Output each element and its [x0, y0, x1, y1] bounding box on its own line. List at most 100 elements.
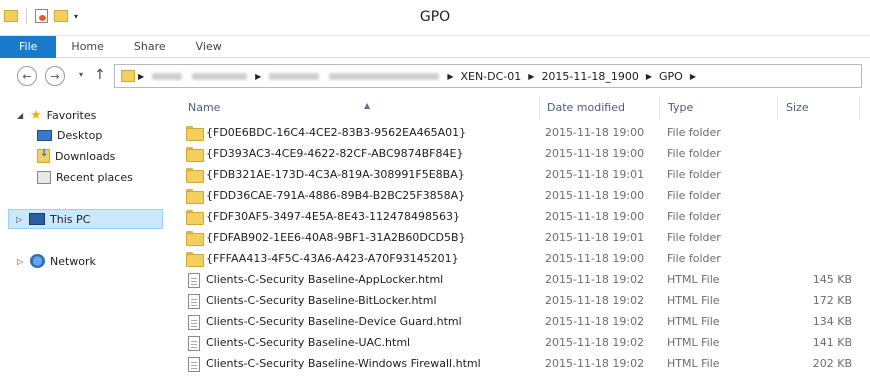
file-size [780, 165, 852, 185]
file-list: ▲ Name Date modified Type Size {FD0E6BDC… [172, 94, 870, 378]
sidebar-item-this-pc[interactable]: ▷ This PC [8, 209, 163, 229]
file-type: File folder [667, 147, 721, 160]
file-name: {FD0E6BDC-16C4-4CE2-83B3-9562EA465A01} [206, 126, 467, 139]
file-size [780, 228, 852, 248]
html-file-icon [186, 357, 202, 372]
redacted-path-segment [192, 72, 248, 80]
tab-file[interactable]: File [0, 36, 57, 58]
file-name: {FD393AC3-4CE9-4622-82CF-ABC9874BF84E} [206, 147, 464, 160]
file-row[interactable]: Clients-C-Security Baseline-BitLocker.ht… [180, 291, 860, 311]
breadcrumb-server[interactable]: XEN-DC-01 [460, 70, 521, 83]
file-type: HTML File [667, 294, 720, 307]
folder-row[interactable]: {FD0E6BDC-16C4-4CE2-83B3-9562EA465A01} 20… [180, 123, 860, 143]
ribbon-tabs: File Home Share View [0, 36, 870, 58]
folder-row[interactable]: {FDF30AF5-3497-4E5A-8E43-112478498563} 20… [180, 207, 860, 227]
file-date-modified: 2015-11-18 19:01 [545, 168, 645, 181]
star-icon: ★ [30, 107, 42, 123]
file-type: File folder [667, 168, 721, 181]
file-type: HTML File [667, 315, 720, 328]
column-header-date[interactable]: Date modified [539, 96, 660, 120]
breadcrumb-chevron-icon[interactable]: ▶ [255, 72, 261, 81]
network-icon [30, 254, 45, 268]
breadcrumb-date-folder[interactable]: 2015-11-18_1900 [541, 70, 638, 83]
breadcrumb-chevron-icon[interactable]: ▶ [138, 72, 144, 81]
folder-row[interactable]: {FFFAA413-4F5C-43A6-A423-A70F93145201} 20… [180, 249, 860, 269]
sidebar-item-label: Downloads [55, 149, 116, 163]
desktop-icon [37, 129, 52, 141]
folder-row[interactable]: {FDB321AE-173D-4C3A-819A-308991F5E8BA} 20… [180, 165, 860, 185]
column-header-size[interactable]: Size [778, 96, 860, 120]
breadcrumb-chevron-icon[interactable]: ▶ [528, 72, 534, 81]
sidebar-item-network[interactable]: ▷ Network [17, 251, 96, 271]
breadcrumb-chevron-icon[interactable]: ▶ [690, 72, 696, 81]
file-name: Clients-C-Security Baseline-UAC.html [206, 336, 411, 349]
sidebar-item-label: Desktop [57, 128, 103, 142]
tab-home[interactable]: Home [56, 36, 118, 58]
file-date-modified: 2015-11-18 19:00 [545, 189, 645, 202]
folder-icon [186, 189, 204, 204]
downloads-icon [37, 148, 50, 163]
folder-icon [186, 252, 204, 267]
column-header-label: Type [668, 101, 694, 114]
sidebar-item-favorites[interactable]: ◢ ★ Favorites [17, 105, 96, 125]
breadcrumb-gpo[interactable]: GPO [659, 70, 683, 83]
html-file-icon [186, 336, 202, 351]
back-arrow-icon: ← [22, 69, 32, 83]
file-row[interactable]: Clients-C-Security Baseline-AppLocker.ht… [180, 270, 860, 290]
sidebar-item-recent-places[interactable]: Recent places [37, 167, 133, 187]
back-button[interactable]: ← [17, 66, 37, 86]
up-button[interactable]: ↑ [94, 67, 106, 83]
column-header-label: Name [188, 101, 221, 114]
collapse-icon[interactable]: ◢ [17, 111, 25, 120]
file-type: HTML File [667, 357, 720, 370]
file-date-modified: 2015-11-18 19:02 [545, 294, 645, 307]
file-size: 145 KB [812, 273, 852, 286]
file-date-modified: 2015-11-18 19:02 [545, 336, 645, 349]
folder-icon [186, 147, 204, 162]
file-size [780, 207, 852, 227]
breadcrumb-chevron-icon[interactable]: ▶ [646, 72, 652, 81]
folder-row[interactable]: {FD393AC3-4CE9-4622-82CF-ABC9874BF84E} 20… [180, 144, 860, 164]
column-header-type[interactable]: Type [660, 96, 778, 120]
file-size: 172 KB [812, 294, 852, 307]
folder-icon [186, 231, 204, 246]
file-name: {FDF30AF5-3497-4E5A-8E43-112478498563} [206, 210, 460, 223]
address-bar[interactable]: ▶ ▶ ▶ XEN-DC-01 ▶ 2015-11-18_1900 ▶ GPO … [114, 64, 862, 88]
sidebar-item-label: Favorites [46, 108, 97, 122]
file-row[interactable]: Clients-C-Security Baseline-Windows Fire… [180, 354, 860, 374]
file-row[interactable]: Clients-C-Security Baseline-Device Guard… [180, 312, 860, 332]
sidebar-item-desktop[interactable]: Desktop [37, 125, 102, 145]
column-header-label: Size [786, 101, 809, 114]
file-row[interactable]: Clients-C-Security Baseline-UAC.html 2015… [180, 333, 860, 353]
file-type: File folder [667, 189, 721, 202]
tab-view[interactable]: View [181, 36, 237, 58]
breadcrumb-chevron-icon[interactable]: ▶ [447, 72, 453, 81]
file-type: HTML File [667, 273, 720, 286]
file-date-modified: 2015-11-18 19:02 [545, 273, 645, 286]
folder-row[interactable]: {FDFAB902-1EE6-40A8-9BF1-31A2B60DCD5B} 20… [180, 228, 860, 248]
html-file-icon [186, 273, 202, 288]
file-type: File folder [667, 252, 721, 265]
file-date-modified: 2015-11-18 19:00 [545, 252, 645, 265]
sidebar-item-label: Network [50, 254, 96, 268]
file-date-modified: 2015-11-18 19:02 [545, 357, 645, 370]
folder-icon [186, 168, 204, 183]
file-name: Clients-C-Security Baseline-BitLocker.ht… [206, 294, 437, 307]
folder-row[interactable]: {FDD36CAE-791A-4886-89B4-B2BC25F3858A} 20… [180, 186, 860, 206]
expand-icon[interactable]: ▷ [16, 215, 24, 224]
file-name: {FDB321AE-173D-4C3A-819A-308991F5E8BA} [206, 168, 465, 181]
recent-locations-button[interactable]: ▾ [79, 70, 83, 79]
redacted-path-segment [152, 72, 183, 80]
file-date-modified: 2015-11-18 19:01 [545, 231, 645, 244]
expand-icon[interactable]: ▷ [17, 257, 25, 266]
file-name: {FFFAA413-4F5C-43A6-A423-A70F93145201} [206, 252, 459, 265]
file-name: Clients-C-Security Baseline-Device Guard… [206, 315, 462, 328]
column-header-name[interactable]: ▲ Name [180, 96, 540, 120]
forward-button[interactable]: → [45, 66, 65, 86]
file-size [780, 249, 852, 269]
tab-share[interactable]: Share [119, 36, 181, 58]
file-name: Clients-C-Security Baseline-Windows Fire… [206, 357, 481, 370]
sidebar-item-downloads[interactable]: Downloads [37, 146, 115, 166]
file-size: 134 KB [812, 315, 852, 328]
file-type: HTML File [667, 336, 720, 349]
